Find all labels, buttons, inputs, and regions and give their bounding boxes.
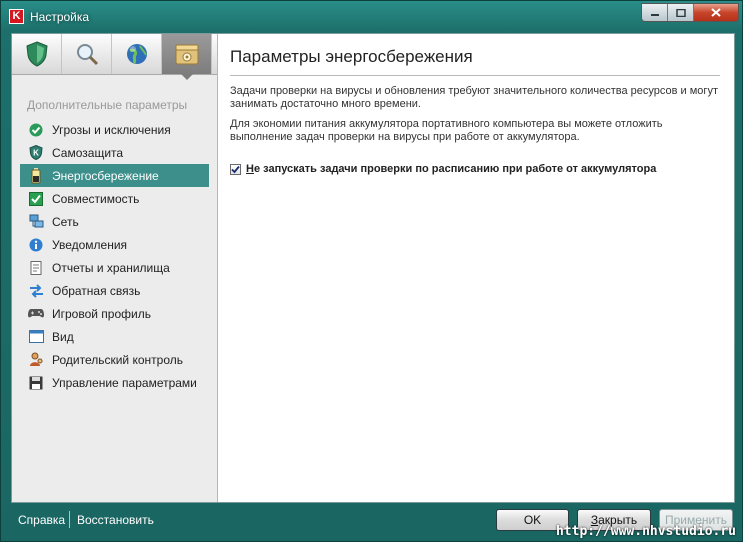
window-controls xyxy=(641,3,739,22)
sidebar-item-label: Совместимость xyxy=(52,191,140,206)
sidebar-item-label: Игровой профиль xyxy=(52,306,151,321)
battery-schedule-label: Не запускать задачи проверки по расписан… xyxy=(246,163,656,175)
window-title: Настройка xyxy=(30,10,90,24)
check-circle-icon xyxy=(28,122,44,138)
minimize-icon xyxy=(650,13,659,16)
sidebar-item-threats[interactable]: Угрозы и исключения xyxy=(20,118,209,141)
sidebar-item-label: Энергосбережение xyxy=(52,168,159,183)
svg-text:K: K xyxy=(33,149,39,158)
reports-icon xyxy=(28,260,44,276)
tab-protection[interactable] xyxy=(12,34,62,74)
sidebar-item-label: Вид xyxy=(52,329,74,344)
client-area: Дополнительные параметры Угрозы и исключ… xyxy=(11,33,735,503)
gamepad-icon xyxy=(28,306,44,322)
sidebar-item-label: Родительский контроль xyxy=(52,352,183,367)
sidebar-item-label: Уведомления xyxy=(52,237,128,252)
sidebar-item-label: Обратная связь xyxy=(52,283,141,298)
info-icon xyxy=(28,237,44,253)
page-title: Параметры энергосбережения xyxy=(230,47,473,66)
battery-icon xyxy=(28,167,44,184)
checkmark-icon xyxy=(231,165,240,173)
close-window-button[interactable] xyxy=(694,4,738,21)
checkbox-label-text: е запускать задачи проверки по расписани… xyxy=(253,163,657,175)
battery-schedule-checkbox[interactable] xyxy=(230,163,241,175)
description-paragraph-1: Задачи проверки на вирусы и обновления т… xyxy=(230,85,718,110)
kaspersky-logo-icon: K xyxy=(9,9,24,24)
shield-icon xyxy=(25,41,48,67)
parental-icon xyxy=(28,352,44,368)
title-bar[interactable]: K Настройка xyxy=(1,1,742,33)
globe-icon xyxy=(126,44,147,64)
sidebar-item-self-defense[interactable]: K Самозащита xyxy=(20,141,209,164)
battery-schedule-option[interactable]: Не запускать задачи проверки по расписан… xyxy=(230,163,656,175)
watermark: http://www.nhvstudio.ru xyxy=(555,524,736,539)
sidebar-item-manage-settings[interactable]: Управление параметрами xyxy=(20,371,209,394)
sidebar-item-parental-control[interactable]: Родительский контроль xyxy=(20,348,209,371)
settings-box-icon xyxy=(175,44,198,65)
magnifier-icon xyxy=(76,44,98,66)
sidebar-nav: Угрозы и исключения K Самозащита Энергос… xyxy=(20,118,209,394)
title-divider xyxy=(230,75,720,76)
settings-panel: Параметры энергосбережения Задачи провер… xyxy=(218,34,734,502)
sidebar-item-label: Самозащита xyxy=(52,145,124,160)
sidebar-item-network[interactable]: Сеть xyxy=(20,210,209,233)
sidebar-heading: Дополнительные параметры xyxy=(27,98,188,112)
minimize-button[interactable] xyxy=(642,4,668,21)
sidebar-item-label: Управление параметрами xyxy=(52,375,197,390)
sidebar-item-label: Отчеты и хранилища xyxy=(52,260,170,275)
window-icon xyxy=(28,329,44,345)
tab-scan[interactable] xyxy=(62,34,112,74)
footer-separator xyxy=(69,511,70,528)
sidebar-item-label: Угрозы и исключения xyxy=(52,122,171,137)
sidebar-item-view[interactable]: Вид xyxy=(20,325,209,348)
description-paragraph-2: Для экономии питания аккумулятора портат… xyxy=(230,118,663,143)
sidebar-item-reports[interactable]: Отчеты и хранилища xyxy=(20,256,209,279)
sidebar-item-feedback[interactable]: Обратная связь xyxy=(20,279,209,302)
arrows-icon xyxy=(28,283,44,299)
maximize-icon xyxy=(675,8,686,17)
help-link[interactable]: Справка xyxy=(18,513,65,527)
tab-update[interactable] xyxy=(112,34,162,74)
maximize-button[interactable] xyxy=(668,4,694,21)
checkbox-mnemonic: Н xyxy=(246,163,254,175)
restore-link[interactable]: Восстановить xyxy=(77,513,154,527)
floppy-icon xyxy=(28,375,44,391)
sidebar-item-compatibility[interactable]: Совместимость xyxy=(20,187,209,210)
tab-advanced-settings[interactable] xyxy=(162,34,212,80)
category-tabs xyxy=(12,34,217,80)
network-icon xyxy=(28,214,44,230)
close-icon xyxy=(711,8,721,17)
shield-k-icon: K xyxy=(28,145,44,161)
sidebar-item-energy-saving[interactable]: Энергосбережение xyxy=(20,164,209,187)
sidebar-item-game-profile[interactable]: Игровой профиль xyxy=(20,302,209,325)
sidebar-item-label: Сеть xyxy=(52,214,79,229)
compatibility-icon xyxy=(28,191,44,207)
sidebar: Дополнительные параметры Угрозы и исключ… xyxy=(12,34,218,502)
settings-window: K Настройка Дополнительные параметры Угр… xyxy=(0,0,743,542)
sidebar-item-notifications[interactable]: Уведомления xyxy=(20,233,209,256)
